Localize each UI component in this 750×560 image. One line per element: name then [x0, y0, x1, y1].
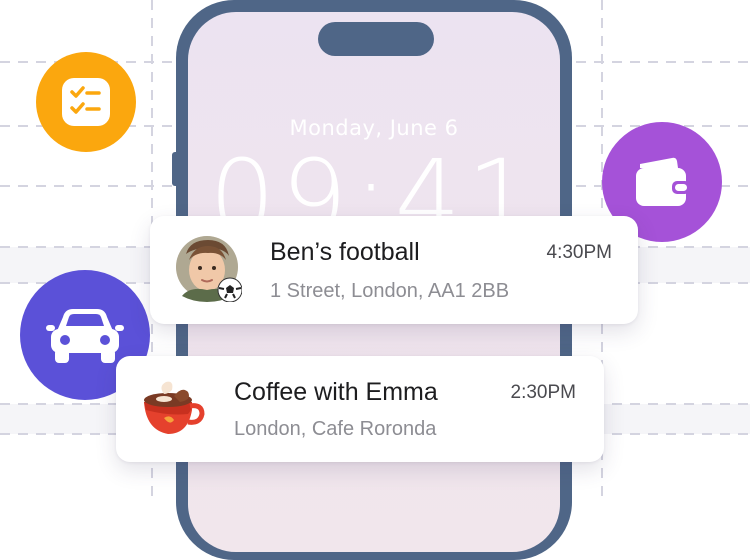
wallet-icon [636, 157, 690, 206]
tasks-app-bubble[interactable] [36, 52, 136, 152]
notification-bens-football[interactable]: Ben’s football 1 Street, London, AA1 2BB… [150, 216, 638, 324]
notification-coffee-with-emma[interactable]: Coffee with Emma London, Cafe Roronda 2:… [116, 356, 604, 462]
notification-title: Coffee with Emma [234, 378, 438, 406]
notification-location: London, Cafe Roronda [234, 418, 437, 440]
avatar-with-football-icon [176, 236, 242, 302]
notification-title: Ben’s football [270, 238, 420, 266]
notification-time: 2:30PM [510, 382, 576, 403]
coffee-cup-icon [144, 381, 205, 434]
car-icon [46, 309, 124, 363]
phone-dynamic-island [318, 22, 434, 56]
notification-time: 4:30PM [546, 242, 612, 263]
notification-location: 1 Street, London, AA1 2BB [270, 280, 510, 302]
checklist-icon [62, 78, 110, 126]
